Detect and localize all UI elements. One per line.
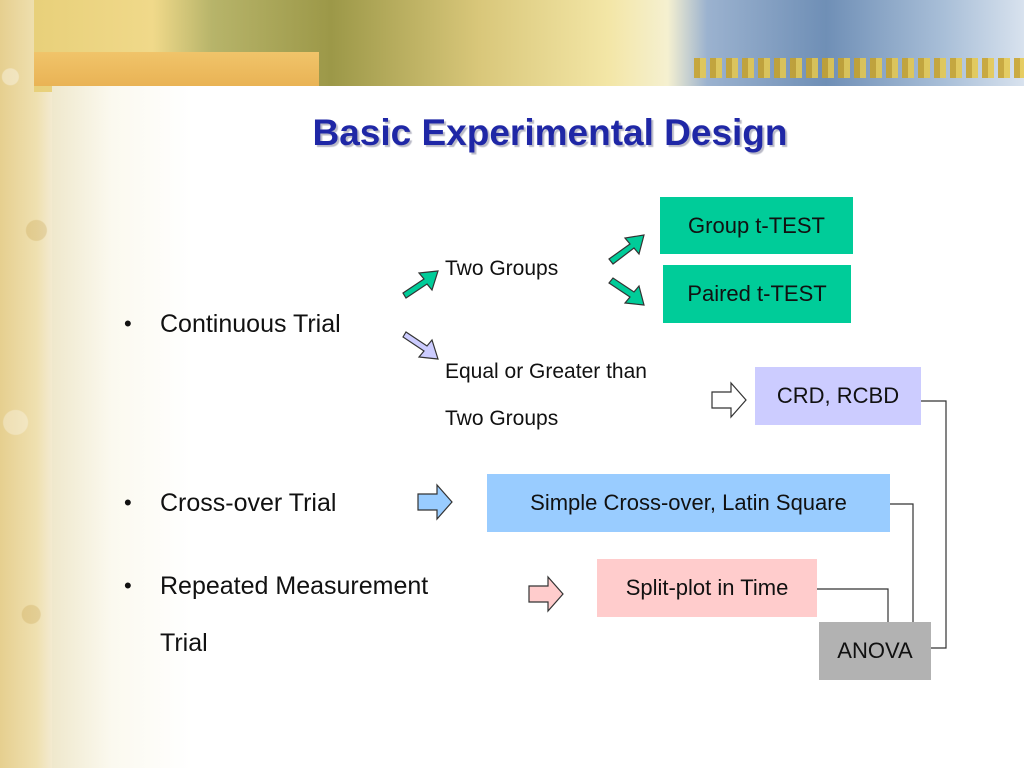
arrow-to-paired-ttest-icon [608, 277, 645, 306]
connector-line-crd-to-anova [915, 400, 947, 649]
box-group-t-test: Group t-TEST [660, 197, 853, 254]
arrow-to-crossover-icon [417, 483, 453, 521]
box-split-plot: Split-plot in Time [597, 559, 817, 617]
arrow-to-crd-icon [711, 381, 747, 419]
arrow-to-splitplot-icon [528, 575, 564, 613]
box-crd-rcbd: CRD, RCBD [755, 367, 921, 425]
arrow-to-group-ttest-icon [608, 234, 645, 265]
connector-line-crossover-to-anova [890, 503, 914, 622]
arrow-down-right-icon [402, 331, 439, 360]
box-anova: ANOVA [819, 622, 931, 680]
box-simple-crossover: Simple Cross-over, Latin Square [487, 474, 890, 532]
connector-line-splitplot-to-anova [817, 588, 889, 622]
box-paired-t-test: Paired t-TEST [663, 265, 851, 323]
arrow-up-right-icon [402, 270, 439, 299]
